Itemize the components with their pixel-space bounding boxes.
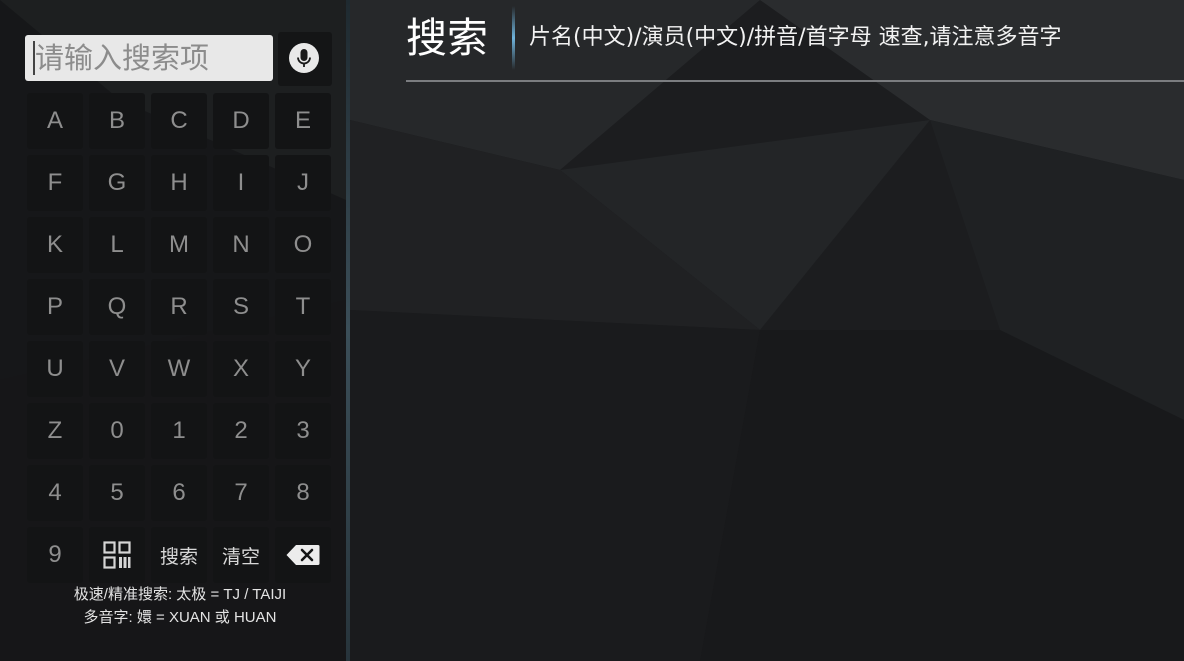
hint-line-1: 极速/精准搜索: 太极 = TJ / TAIJI xyxy=(73,586,287,603)
key-j[interactable]: J xyxy=(275,155,331,211)
key-6[interactable]: 6 xyxy=(151,465,207,521)
key-y[interactable]: Y xyxy=(275,341,331,397)
title-separator xyxy=(512,6,515,70)
key-5[interactable]: 5 xyxy=(89,465,145,521)
key-0[interactable]: 0 xyxy=(89,403,145,459)
key-3[interactable]: 3 xyxy=(275,403,331,459)
key-f[interactable]: F xyxy=(27,155,83,211)
key-i[interactable]: I xyxy=(213,155,269,211)
microphone-icon xyxy=(289,43,319,73)
key-v[interactable]: V xyxy=(89,341,145,397)
key-e[interactable]: E xyxy=(275,93,331,149)
backspace-icon xyxy=(286,545,320,565)
hint-line-2: 多音字: 嬛 = XUAN 或 HUAN xyxy=(83,609,277,626)
page-title: 搜索 xyxy=(406,14,488,62)
backspace-button[interactable] xyxy=(275,527,331,583)
text-caret xyxy=(33,41,35,75)
key-b[interactable]: B xyxy=(89,93,145,149)
keyboard-grid: A B C D E F G H I J K L M N O P Q R S T … xyxy=(27,93,331,583)
key-o[interactable]: O xyxy=(275,217,331,273)
key-7[interactable]: 7 xyxy=(213,465,269,521)
key-r[interactable]: R xyxy=(151,279,207,335)
key-a[interactable]: A xyxy=(27,93,83,149)
key-c[interactable]: C xyxy=(151,93,207,149)
key-1[interactable]: 1 xyxy=(151,403,207,459)
search-key[interactable]: 搜索 xyxy=(151,527,207,583)
key-w[interactable]: W xyxy=(151,341,207,397)
key-n[interactable]: N xyxy=(213,217,269,273)
key-u[interactable]: U xyxy=(27,341,83,397)
key-x[interactable]: X xyxy=(213,341,269,397)
key-z[interactable]: Z xyxy=(27,403,83,459)
key-q[interactable]: Q xyxy=(89,279,145,335)
key-9[interactable]: 9 xyxy=(27,527,83,583)
panel-divider xyxy=(346,0,350,661)
key-h[interactable]: H xyxy=(151,155,207,211)
key-d[interactable]: D xyxy=(213,93,269,149)
key-g[interactable]: G xyxy=(89,155,145,211)
key-t[interactable]: T xyxy=(275,279,331,335)
search-hints: 极速/精准搜索: 太极 = TJ / TAIJI 多音字: 嬛 = XUAN 或… xyxy=(0,583,360,629)
key-s[interactable]: S xyxy=(213,279,269,335)
page-subtitle: 片名(中文)/演员(中文)/拼音/首字母 速查,请注意多音字 xyxy=(529,25,1062,50)
qr-code-button[interactable] xyxy=(89,527,145,583)
clear-key[interactable]: 清空 xyxy=(213,527,269,583)
voice-search-button[interactable] xyxy=(278,32,332,86)
key-4[interactable]: 4 xyxy=(27,465,83,521)
key-2[interactable]: 2 xyxy=(213,403,269,459)
key-p[interactable]: P xyxy=(27,279,83,335)
key-k[interactable]: K xyxy=(27,217,83,273)
qr-code-icon xyxy=(103,541,131,569)
key-l[interactable]: L xyxy=(89,217,145,273)
search-input[interactable] xyxy=(25,35,273,81)
header-divider xyxy=(406,80,1184,82)
key-m[interactable]: M xyxy=(151,217,207,273)
key-8[interactable]: 8 xyxy=(275,465,331,521)
